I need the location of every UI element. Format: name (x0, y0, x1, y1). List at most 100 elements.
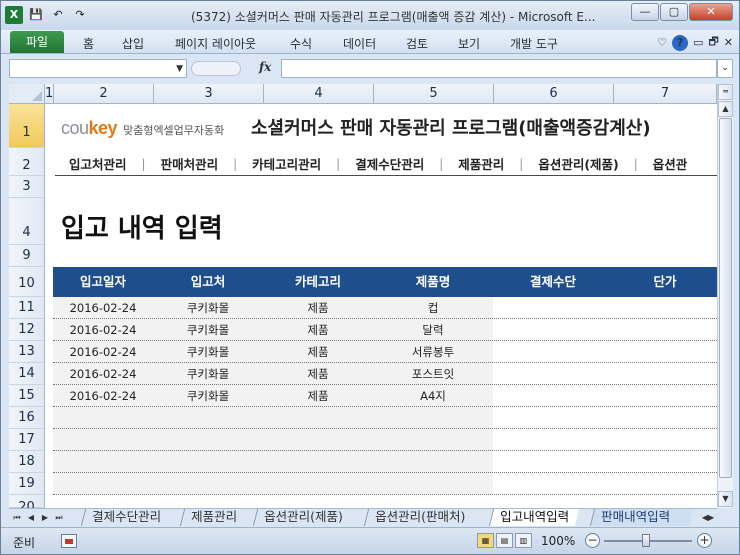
cell-supplier[interactable] (153, 473, 263, 495)
tab-home[interactable]: 홈 (83, 35, 94, 52)
save-icon[interactable]: 💾 (27, 6, 45, 24)
cell-date[interactable]: 2016-02-24 (53, 297, 153, 319)
select-all-corner[interactable] (9, 84, 45, 104)
tab-page-layout[interactable]: 페이지 레이아웃 (175, 35, 256, 52)
cell-payment[interactable] (493, 341, 613, 363)
nav-link-supplier[interactable]: 입고처관리 (55, 154, 142, 173)
formula-expand-icon[interactable]: ⌄ (717, 59, 733, 78)
tab-insert[interactable]: 삽입 (122, 35, 144, 52)
sheet-tab[interactable]: 결제수단관리 (80, 509, 172, 526)
workbook-restore-icon[interactable]: 🗗 (708, 33, 718, 52)
cell-date[interactable] (53, 407, 153, 429)
last-sheet-icon[interactable]: ⏭ (53, 510, 65, 525)
tab-formulas[interactable]: 수식 (290, 35, 312, 52)
nav-link-category[interactable]: 카테고리관리 (237, 154, 336, 173)
column-header[interactable]: 5 (374, 84, 494, 104)
row-header[interactable]: 12 (9, 319, 45, 341)
tab-review[interactable]: 검토 (406, 35, 428, 52)
cell-unit-price[interactable] (613, 429, 717, 451)
cell-product[interactable] (373, 429, 493, 451)
sheet-tab[interactable]: 옵션관리(제품) (252, 509, 353, 526)
zoom-slider-thumb[interactable] (642, 534, 650, 547)
page-layout-view-icon[interactable]: ▤ (496, 533, 513, 548)
next-sheet-icon[interactable]: ▶ (39, 510, 51, 525)
cell-unit-price[interactable] (613, 451, 717, 473)
cell-product[interactable]: A4지 (373, 385, 493, 407)
col-product[interactable]: 제품명 (373, 267, 493, 297)
cell-category[interactable] (263, 473, 373, 495)
close-button[interactable]: ✕ (689, 3, 733, 21)
cell-supplier[interactable]: 쿠키화몰 (153, 341, 263, 363)
row-header[interactable]: 19 (9, 473, 45, 495)
col-payment[interactable]: 결제수단 (493, 267, 613, 297)
page-break-view-icon[interactable]: ▥ (515, 533, 532, 548)
cell-date[interactable]: 2016-02-24 (53, 385, 153, 407)
col-unit-price[interactable]: 단가 (613, 267, 717, 297)
cell-category[interactable]: 제품 (263, 297, 373, 319)
zoom-in-icon[interactable]: + (697, 533, 712, 548)
cell-unit-price[interactable] (613, 363, 717, 385)
cell-supplier[interactable]: 쿠키화몰 (153, 385, 263, 407)
row-header[interactable]: 15 (9, 385, 45, 407)
scroll-thumb[interactable] (719, 118, 732, 478)
sheet-tab-active[interactable]: 입고내역입력 (488, 509, 580, 526)
cell-payment[interactable] (493, 319, 613, 341)
scroll-down-icon[interactable]: ▼ (718, 491, 733, 507)
help-icon[interactable]: ? (672, 34, 689, 51)
column-header[interactable]: 7 (614, 84, 717, 104)
cell-unit-price[interactable] (613, 385, 717, 407)
row-header[interactable]: 9 (9, 245, 45, 267)
redo-icon[interactable]: ↷ (71, 6, 89, 24)
insert-function-icon[interactable]: fx (259, 60, 271, 74)
minimize-button[interactable]: — (631, 3, 659, 21)
cell-payment[interactable] (493, 473, 613, 495)
cell-category[interactable] (263, 451, 373, 473)
cell-product[interactable] (373, 451, 493, 473)
tab-developer[interactable]: 개발 도구 (510, 35, 558, 52)
macro-record-icon[interactable] (61, 534, 77, 548)
cell-category[interactable]: 제품 (263, 363, 373, 385)
cell-payment[interactable] (493, 451, 613, 473)
cell-product[interactable] (373, 407, 493, 429)
cell-date[interactable] (53, 429, 153, 451)
col-date[interactable]: 입고일자 (53, 267, 153, 297)
maximize-button[interactable]: ▢ (660, 3, 688, 21)
cell-category[interactable] (263, 429, 373, 451)
cell-product[interactable] (373, 473, 493, 495)
row-header[interactable]: 2 (9, 148, 45, 176)
nav-link-option-product[interactable]: 옵션관리(제품) (523, 154, 633, 173)
sheet-tab[interactable]: 옵션관리(판매처) (363, 509, 476, 526)
name-box[interactable]: ▼ (9, 59, 187, 78)
undo-icon[interactable]: ↶ (49, 6, 67, 24)
cell-product[interactable]: 포스트잇 (373, 363, 493, 385)
formula-input[interactable] (281, 59, 717, 78)
tab-data[interactable]: 데이터 (343, 35, 376, 52)
horizontal-scroll-icon[interactable]: ◀▶ (699, 510, 717, 525)
nav-link-seller[interactable]: 판매처관리 (146, 154, 234, 173)
chevron-down-icon[interactable]: ▼ (176, 60, 183, 78)
cell-supplier[interactable] (153, 407, 263, 429)
tab-file[interactable]: 파일 (10, 31, 64, 53)
row-header[interactable]: 10 (9, 267, 45, 297)
tab-view[interactable]: 보기 (458, 35, 480, 52)
cell-payment[interactable] (493, 297, 613, 319)
cell-date[interactable] (53, 451, 153, 473)
cell-payment[interactable] (493, 363, 613, 385)
cell-unit-price[interactable] (613, 297, 717, 319)
cell-product[interactable]: 서류봉투 (373, 341, 493, 363)
sheet-tab[interactable]: 판매내역입력 (589, 509, 694, 526)
row-header[interactable]: 13 (9, 341, 45, 363)
cell-unit-price[interactable] (613, 341, 717, 363)
cell-unit-price[interactable] (613, 473, 717, 495)
row-header[interactable]: 4 (9, 198, 45, 245)
cell-supplier[interactable] (153, 451, 263, 473)
worksheet-grid[interactable]: 1 2 3 4 5 6 7 1 2 3 4 9 10 11 12 13 14 1… (9, 84, 717, 508)
split-handle[interactable]: ═ (718, 84, 733, 100)
row-header[interactable]: 17 (9, 429, 45, 451)
cell-unit-price[interactable] (613, 407, 717, 429)
column-header[interactable]: 6 (494, 84, 614, 104)
row-header[interactable]: 14 (9, 363, 45, 385)
cell-supplier[interactable] (153, 429, 263, 451)
cell-payment[interactable] (493, 429, 613, 451)
col-supplier[interactable]: 입고처 (153, 267, 263, 297)
